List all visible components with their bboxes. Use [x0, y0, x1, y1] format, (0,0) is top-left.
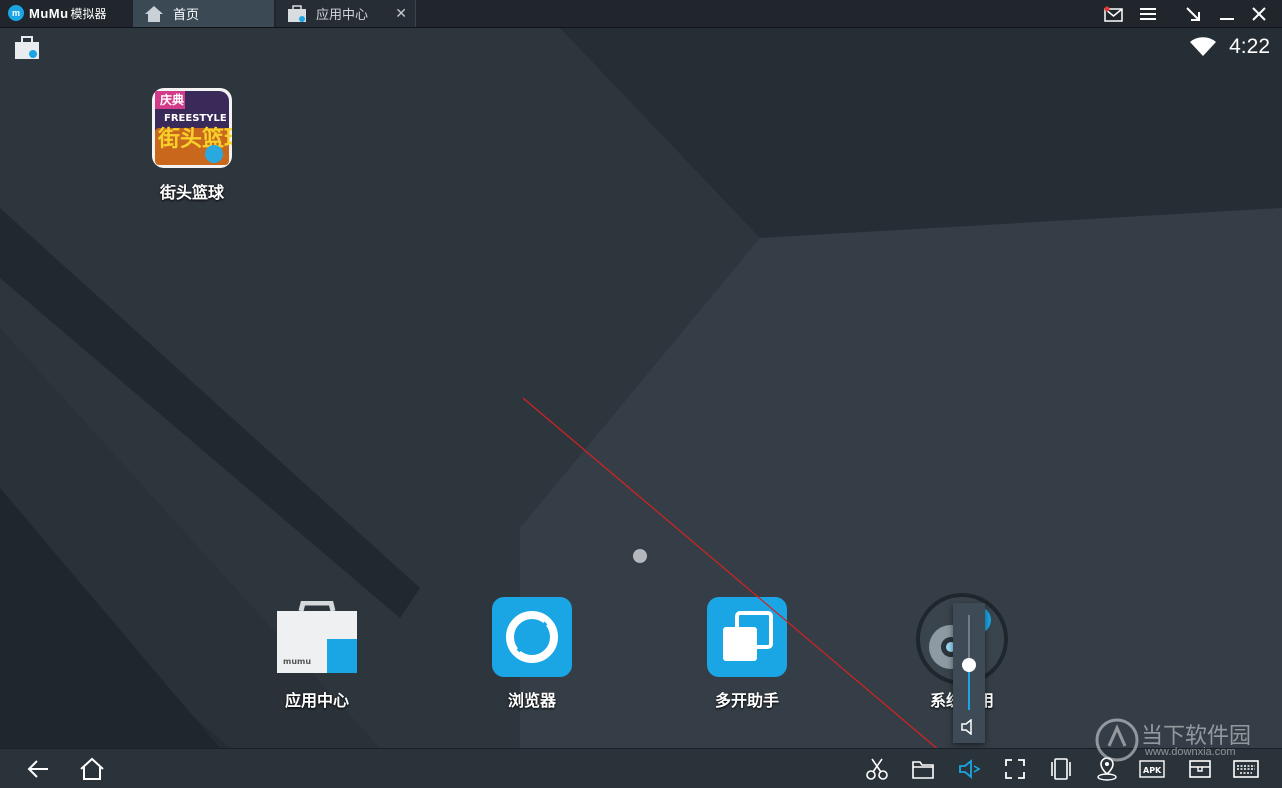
volume-icon — [959, 759, 981, 779]
back-icon — [27, 760, 48, 778]
fullscreen-button[interactable] — [1001, 755, 1029, 783]
shake-icon — [1051, 758, 1071, 780]
mumu-logo-icon: m — [8, 5, 24, 21]
app-logo: m MuMu 模拟器 — [8, 3, 107, 23]
arrow-down-right-icon — [1186, 6, 1200, 21]
mail-icon — [1104, 6, 1123, 22]
app-browser-label: 浏览器 — [507, 693, 556, 710]
tab-home-label: 首页 — [173, 7, 200, 22]
tab-close-icon[interactable]: ✕ — [395, 5, 407, 22]
svg-text:FREESTYLE: FREESTYLE — [164, 113, 227, 124]
app-browser[interactable]: 浏览器 — [492, 597, 572, 710]
volume-slider-popup[interactable] — [953, 603, 985, 743]
app-center-notification-icon — [15, 36, 39, 59]
watermark-url: www.downxia.com — [1145, 746, 1236, 758]
speaker-icon — [961, 719, 972, 735]
app-freestyle-label: 街头篮球 — [159, 185, 224, 202]
app-app-center[interactable]: mumu 应用中心 — [277, 600, 357, 711]
volume-thumb[interactable] — [962, 658, 976, 672]
svg-text:APK: APK — [1143, 766, 1162, 775]
svg-text:庆典: 庆典 — [159, 92, 184, 107]
bottom-toolbar: APK — [0, 748, 1282, 788]
tab-app-center-label: 应用中心 — [316, 7, 369, 22]
title-bar: m MuMu 模拟器 首页 应用中心 ✕ — [0, 0, 1282, 28]
scissors-icon — [866, 758, 888, 780]
house-icon — [145, 5, 163, 22]
brand-name: MuMu — [29, 5, 69, 21]
volume-button[interactable] — [955, 755, 983, 783]
minimize-to-tray-button[interactable] — [1178, 0, 1208, 27]
status-bar: 4:22 — [0, 28, 1282, 66]
clock: 4:22 — [1229, 35, 1270, 58]
minimize-icon — [1220, 17, 1234, 20]
app-multi-instance-label: 多开助手 — [714, 693, 779, 710]
shared-folder-button[interactable] — [909, 755, 937, 783]
wifi-icon — [1190, 37, 1216, 56]
multi-instance-icon — [707, 597, 787, 677]
watermark-logo-icon — [1095, 718, 1139, 762]
shake-button[interactable] — [1047, 755, 1075, 783]
fullscreen-icon — [1005, 759, 1025, 779]
screen-record-button[interactable] — [863, 755, 891, 783]
menu-icon — [1140, 7, 1156, 20]
app-app-center-label: 应用中心 — [284, 693, 349, 710]
tab-home[interactable]: 首页 — [133, 0, 274, 27]
freestyle-basketball-icon: 庆典 FREESTYLE 街头篮球 — [152, 88, 247, 168]
home-icon — [80, 757, 104, 780]
app-freestyle[interactable]: 庆典 FREESTYLE 街头篮球 街头篮球 — [152, 88, 247, 202]
app-center-bag-icon — [288, 4, 306, 22]
tab-app-center[interactable]: 应用中心 ✕ — [276, 0, 416, 27]
brand-suffix: 模拟器 — [70, 6, 107, 21]
app-center-bag-icon: mumu — [277, 600, 357, 673]
home-button[interactable] — [78, 755, 106, 783]
browser-icon — [492, 597, 572, 677]
mail-button[interactable] — [1099, 0, 1129, 27]
minimize-button[interactable] — [1212, 0, 1242, 27]
menu-button[interactable] — [1133, 0, 1163, 27]
back-button[interactable] — [24, 755, 52, 783]
svg-text:mumu: mumu — [283, 657, 311, 666]
close-window-button[interactable] — [1244, 0, 1274, 27]
folder-icon — [912, 761, 934, 779]
watermark: 当下软件园 www.downxia.com — [1095, 718, 1275, 766]
app-multi-instance[interactable]: 多开助手 — [707, 597, 787, 710]
page-indicator — [633, 549, 647, 563]
close-icon — [1252, 6, 1266, 21]
